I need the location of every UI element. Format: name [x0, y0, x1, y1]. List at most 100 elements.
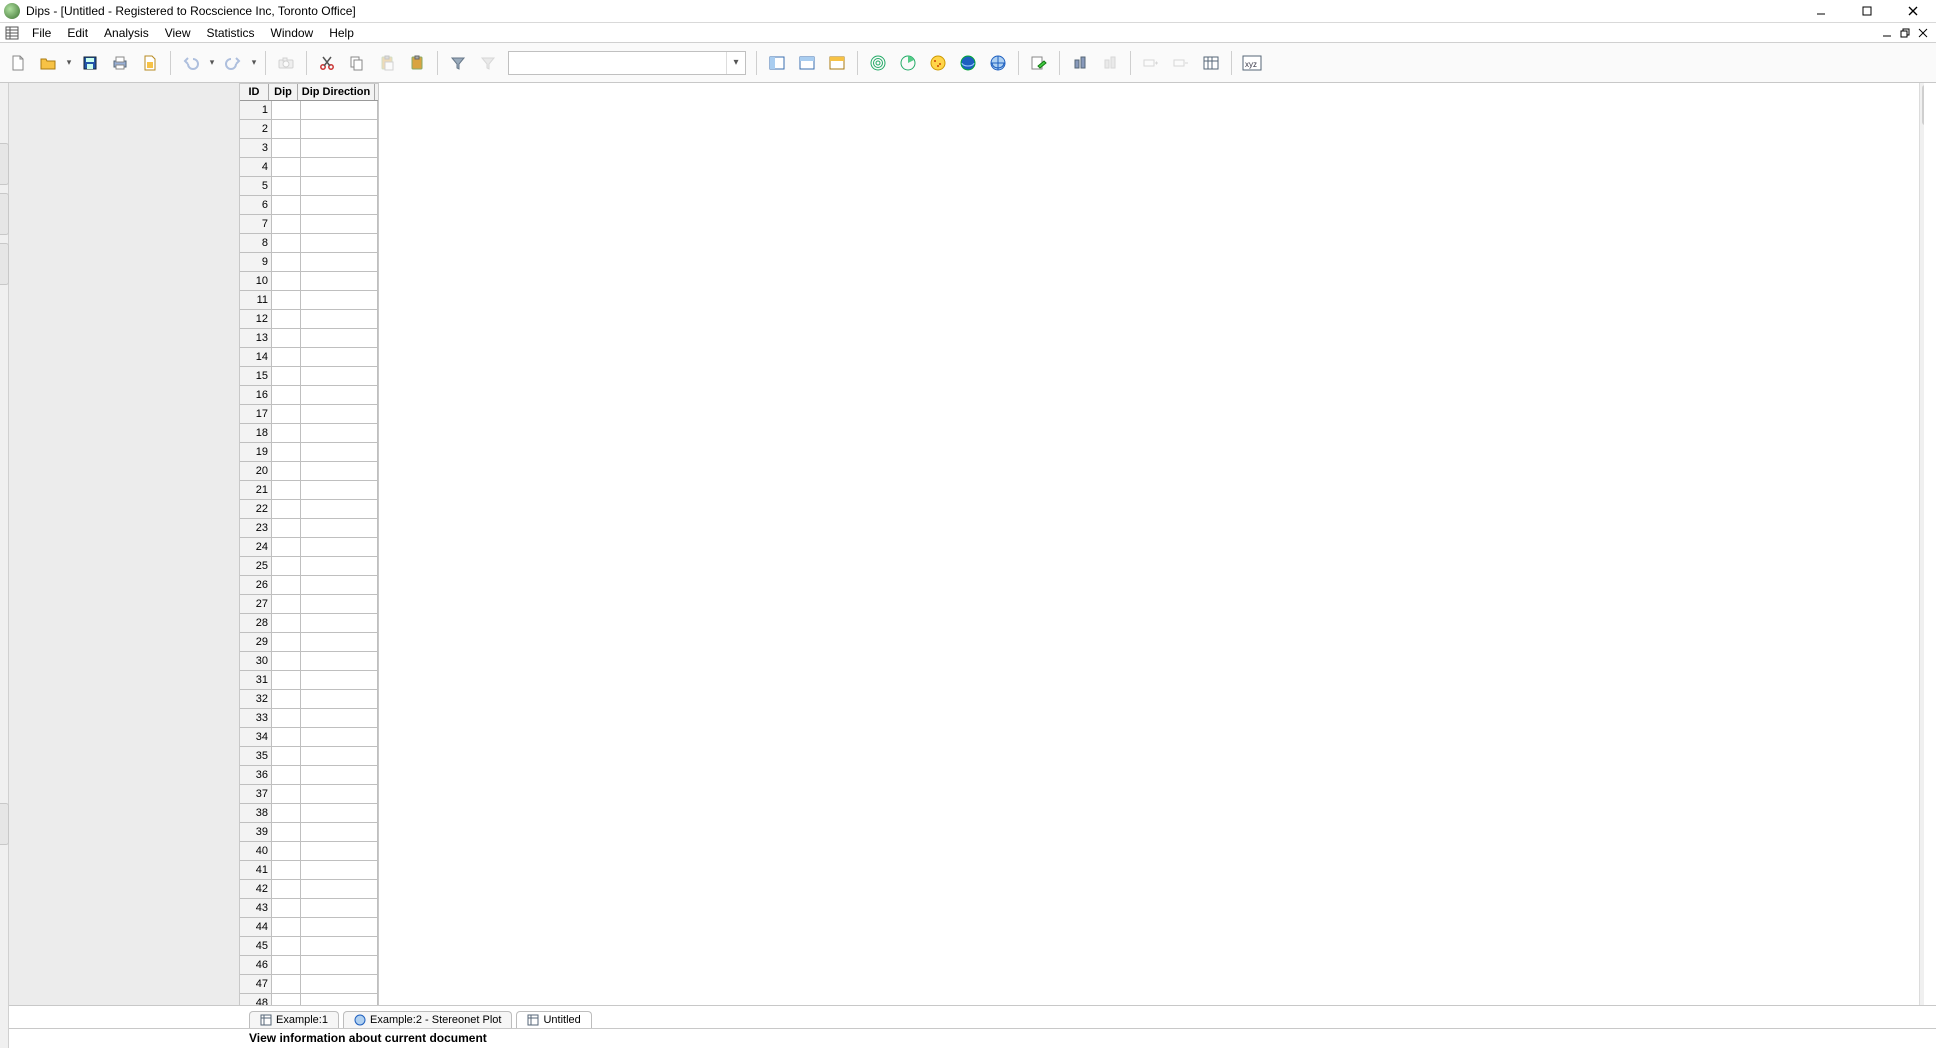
menu-analysis[interactable]: Analysis [96, 24, 157, 42]
cell-dip-direction[interactable] [301, 405, 378, 423]
cell-dip[interactable] [272, 652, 301, 670]
mdi-close-button[interactable] [1914, 25, 1932, 41]
cell-dip-direction[interactable] [301, 633, 378, 651]
cell-dip-direction[interactable] [301, 253, 378, 271]
cell-dip[interactable] [272, 462, 301, 480]
cell-dip[interactable] [272, 329, 301, 347]
table-row[interactable]: 19 [240, 443, 378, 462]
cell-dip-direction[interactable] [301, 538, 378, 556]
table-row[interactable]: 10 [240, 272, 378, 291]
add-row-button[interactable] [1137, 49, 1165, 77]
cell-dip[interactable] [272, 215, 301, 233]
cell-dip-direction[interactable] [301, 690, 378, 708]
menu-file[interactable]: File [24, 24, 59, 42]
paste-from-button[interactable] [373, 49, 401, 77]
cell-dip[interactable] [272, 918, 301, 936]
cell-dip-direction[interactable] [301, 348, 378, 366]
table-row[interactable]: 48 [240, 994, 378, 1005]
cell-dip[interactable] [272, 120, 301, 138]
cell-dip[interactable] [272, 234, 301, 252]
set-window-button[interactable] [1066, 49, 1094, 77]
new-file-button[interactable] [4, 49, 32, 77]
vertical-scrollbar[interactable] [1919, 83, 1934, 1005]
table-row[interactable]: 1 [240, 101, 378, 120]
cell-dip[interactable] [272, 766, 301, 784]
table-row[interactable]: 3 [240, 139, 378, 158]
filter-combo[interactable]: ▾ [508, 51, 746, 75]
menu-edit[interactable]: Edit [59, 24, 96, 42]
cell-dip[interactable] [272, 196, 301, 214]
document-tab[interactable]: Example:2 - Stereonet Plot [343, 1011, 512, 1028]
cell-dip-direction[interactable] [301, 899, 378, 917]
cell-dip[interactable] [272, 253, 301, 271]
table-row[interactable]: 42 [240, 880, 378, 899]
minimize-button[interactable] [1798, 0, 1844, 22]
cell-dip-direction[interactable] [301, 557, 378, 575]
cell-dip[interactable] [272, 177, 301, 195]
cell-dip-direction[interactable] [301, 291, 378, 309]
table-row[interactable]: 38 [240, 804, 378, 823]
cell-dip[interactable] [272, 101, 301, 119]
cell-dip-direction[interactable] [301, 861, 378, 879]
table-row[interactable]: 11 [240, 291, 378, 310]
cell-dip-direction[interactable] [301, 956, 378, 974]
camera-button[interactable] [272, 49, 300, 77]
cell-dip[interactable] [272, 994, 301, 1005]
cell-dip-direction[interactable] [301, 481, 378, 499]
cell-dip[interactable] [272, 367, 301, 385]
table-row[interactable]: 41 [240, 861, 378, 880]
print-button[interactable] [106, 49, 134, 77]
table-row[interactable]: 33 [240, 709, 378, 728]
table-row[interactable]: 5 [240, 177, 378, 196]
cell-dip-direction[interactable] [301, 975, 378, 993]
toolwell-tab-3[interactable] [0, 243, 9, 285]
table-row[interactable]: 35 [240, 747, 378, 766]
cell-dip-direction[interactable] [301, 215, 378, 233]
cell-dip-direction[interactable] [301, 196, 378, 214]
column-manager-button[interactable] [1197, 49, 1225, 77]
mdi-minimize-button[interactable] [1878, 25, 1896, 41]
table-row[interactable]: 43 [240, 899, 378, 918]
table-row[interactable]: 6 [240, 196, 378, 215]
column-header-dip[interactable]: Dip [269, 84, 298, 100]
table-row[interactable]: 7 [240, 215, 378, 234]
scrollbar-thumb[interactable] [1922, 85, 1932, 125]
cell-dip[interactable] [272, 937, 301, 955]
table-row[interactable]: 14 [240, 348, 378, 367]
cell-dip-direction[interactable] [301, 272, 378, 290]
cell-dip-direction[interactable] [301, 310, 378, 328]
cell-dip-direction[interactable] [301, 652, 378, 670]
table-row[interactable]: 9 [240, 253, 378, 272]
table-row[interactable]: 13 [240, 329, 378, 348]
table-row[interactable]: 47 [240, 975, 378, 994]
edit-sets-button[interactable] [1096, 49, 1124, 77]
table-row[interactable]: 25 [240, 557, 378, 576]
cell-dip[interactable] [272, 614, 301, 632]
scatter-plot-button[interactable] [924, 49, 952, 77]
table-row[interactable]: 22 [240, 500, 378, 519]
cell-dip[interactable] [272, 690, 301, 708]
filter-combo-arrow-icon[interactable]: ▾ [726, 52, 745, 74]
cell-dip-direction[interactable] [301, 766, 378, 784]
document-tab[interactable]: Untitled [516, 1011, 591, 1028]
cell-dip-direction[interactable] [301, 158, 378, 176]
table-row[interactable]: 26 [240, 576, 378, 595]
table-row[interactable]: 16 [240, 386, 378, 405]
cell-dip-direction[interactable] [301, 709, 378, 727]
cell-dip[interactable] [272, 538, 301, 556]
cell-dip[interactable] [272, 747, 301, 765]
paste-button[interactable] [403, 49, 431, 77]
cut-button[interactable] [313, 49, 341, 77]
cell-dip[interactable] [272, 823, 301, 841]
cell-dip[interactable] [272, 310, 301, 328]
cell-dip-direction[interactable] [301, 747, 378, 765]
cell-dip[interactable] [272, 481, 301, 499]
cell-dip-direction[interactable] [301, 519, 378, 537]
cell-dip[interactable] [272, 557, 301, 575]
cell-dip[interactable] [272, 899, 301, 917]
menu-view[interactable]: View [157, 24, 199, 42]
cell-dip-direction[interactable] [301, 443, 378, 461]
cell-dip[interactable] [272, 405, 301, 423]
cell-dip-direction[interactable] [301, 576, 378, 594]
cell-dip[interactable] [272, 804, 301, 822]
